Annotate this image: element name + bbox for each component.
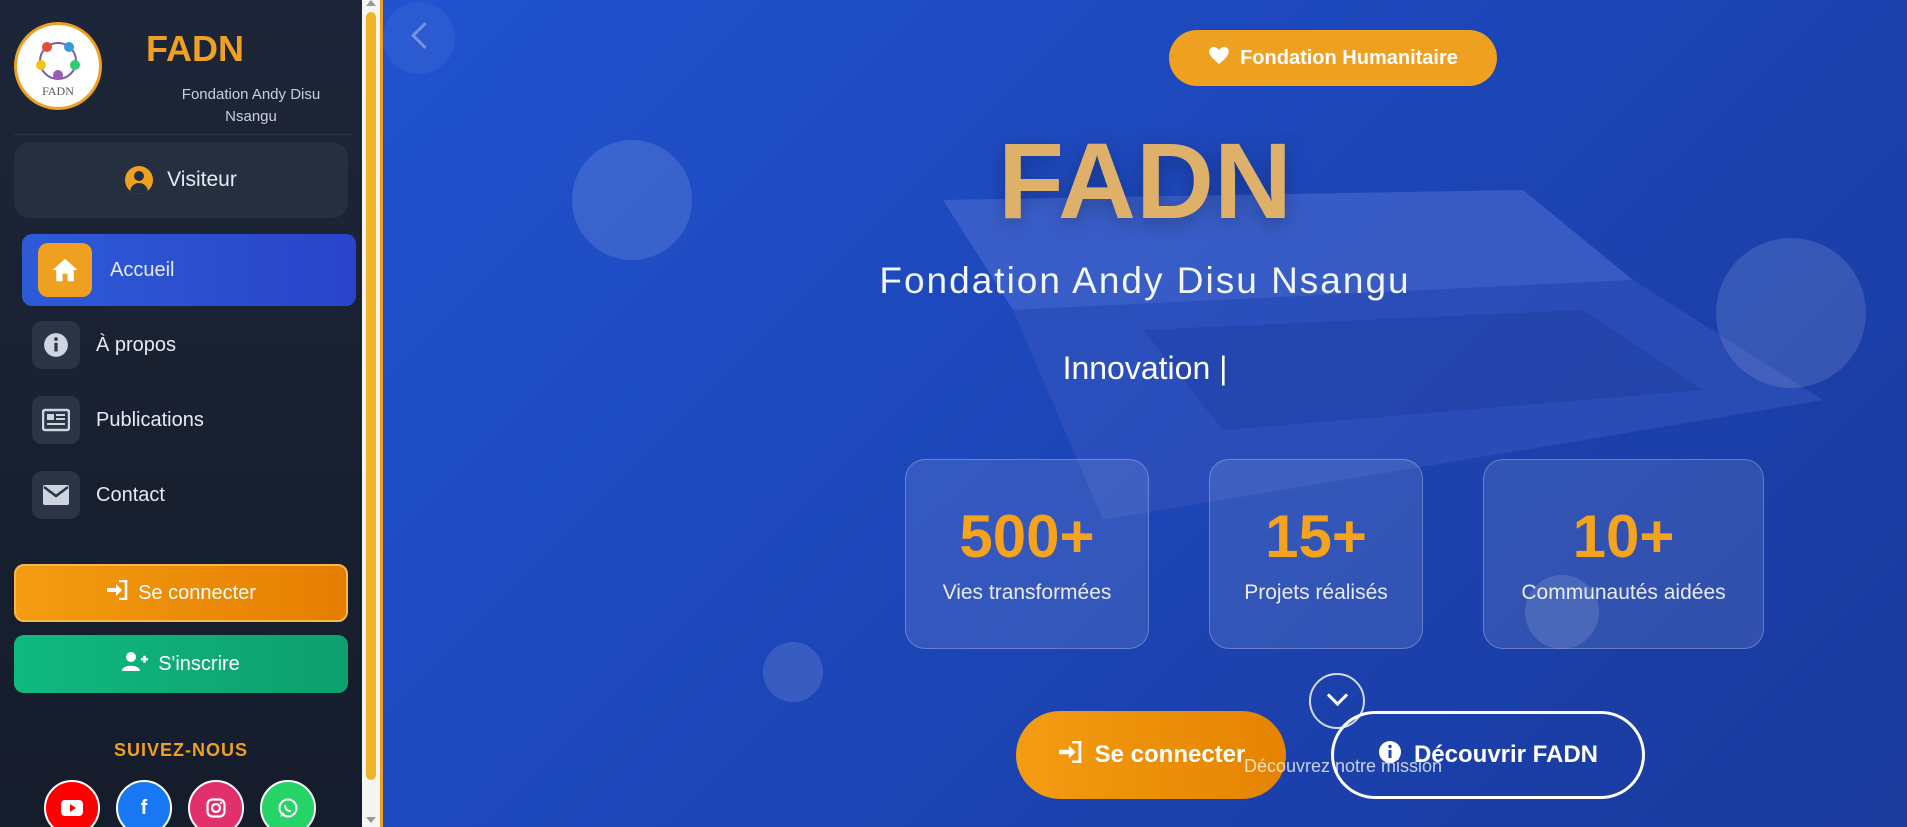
hero-subtitle: Fondation Andy Disu Nsangu xyxy=(879,260,1411,301)
brand-name: FADN xyxy=(146,28,244,69)
stat-label: Communautés aidées xyxy=(1521,581,1726,604)
stat-card: 10+ Communautés aidées xyxy=(1483,459,1764,649)
hero-section: Fondation Humanitaire FADN Fondation And… xyxy=(383,0,1907,827)
sidebar-item-contact[interactable]: Contact xyxy=(22,459,356,531)
scroll-hint: Découvrez notre mission xyxy=(1243,756,1443,776)
sidebar-item-label: Accueil xyxy=(110,258,175,281)
scroll-up-arrow-icon[interactable] xyxy=(366,0,376,6)
sidebar-nav: Accueil À propos Publications Contact xyxy=(22,234,356,534)
follow-us-title: SUIVEZ-NOUS xyxy=(113,740,248,760)
brand-logo[interactable]: FADN xyxy=(14,22,102,110)
hero-login-label: Se connecter xyxy=(1094,741,1246,768)
typed-text: Innovation | xyxy=(1062,350,1228,386)
heart-icon xyxy=(1208,45,1230,71)
sidebar-item-label: Contact xyxy=(96,483,165,506)
carousel-prev-button[interactable] xyxy=(383,2,455,74)
discover-button[interactable]: Découvrir FADN xyxy=(1331,711,1645,799)
home-icon xyxy=(38,243,92,297)
stat-card: 500+ Vies transformées xyxy=(905,459,1149,649)
sidebar-item-accueil[interactable]: Accueil xyxy=(22,234,356,306)
instagram-icon[interactable] xyxy=(188,780,244,827)
user-avatar-icon xyxy=(125,166,154,194)
foundation-badge: Fondation Humanitaire xyxy=(1169,30,1497,86)
hero-title: FADN xyxy=(998,120,1292,241)
social-links: f xyxy=(44,780,316,827)
sidebar-scrollbar[interactable] xyxy=(362,0,380,827)
sidebar-item-label: À propos xyxy=(96,333,177,356)
youtube-icon[interactable] xyxy=(44,780,100,827)
hero-login-button[interactable]: Se connecter xyxy=(1016,711,1286,799)
decorative-bubble xyxy=(763,642,823,702)
sign-in-icon xyxy=(1057,740,1083,770)
scrollbar-thumb[interactable] xyxy=(366,12,376,780)
badge-label: Fondation Humanitaire xyxy=(1240,46,1458,69)
sidebar-signup-button[interactable]: S'inscrire xyxy=(14,635,348,693)
user-label: Visiteur xyxy=(167,168,237,191)
user-plus-icon xyxy=(122,651,149,677)
sidebar-item-a-propos[interactable]: À propos xyxy=(22,309,356,381)
brand-header: FADN FADN Fondation Andy Disu Nsangu xyxy=(14,22,352,135)
stat-value: 15+ xyxy=(1265,503,1367,570)
sign-in-icon xyxy=(106,579,128,606)
envelope-icon xyxy=(32,471,80,519)
stat-value: 10+ xyxy=(1572,503,1675,570)
scroll-down-button[interactable] xyxy=(1309,673,1365,729)
sidebar-login-button[interactable]: Se connecter xyxy=(14,564,348,622)
stat-value: 500+ xyxy=(959,503,1095,570)
newspaper-icon xyxy=(32,396,80,444)
sidebar-signup-label: S'inscrire xyxy=(158,652,240,675)
sidebar-item-publications[interactable]: Publications xyxy=(22,384,356,456)
stat-label: Vies transformées xyxy=(942,581,1112,604)
facebook-icon[interactable]: f xyxy=(116,780,172,827)
brand-subtitle: Fondation Andy Disu Nsangu xyxy=(181,86,321,125)
scroll-down-arrow-icon[interactable] xyxy=(366,817,376,823)
sidebar-item-label: Publications xyxy=(96,408,204,431)
sidebar-login-label: Se connecter xyxy=(138,581,256,604)
info-icon xyxy=(32,321,80,369)
stat-card: 15+ Projets réalisés xyxy=(1209,459,1423,649)
whatsapp-icon[interactable] xyxy=(260,780,316,827)
user-status[interactable]: Visiteur xyxy=(14,142,348,218)
stat-label: Projets réalisés xyxy=(1244,581,1388,604)
svg-text:FADN: FADN xyxy=(42,84,74,98)
sidebar: FADN FADN Fondation Andy Disu Nsangu Vis… xyxy=(0,0,362,827)
